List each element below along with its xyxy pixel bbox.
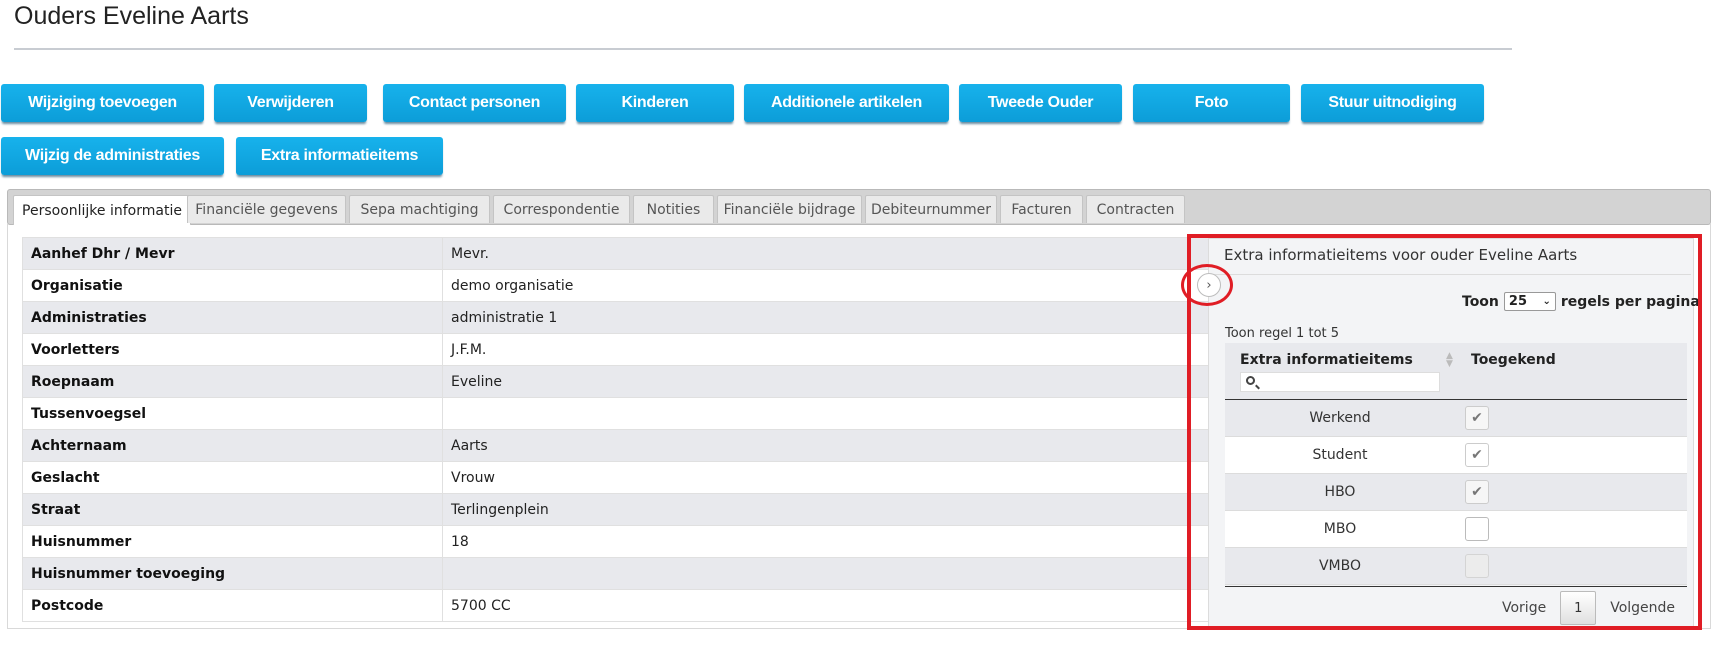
- field-value: demo organisatie: [442, 269, 1212, 302]
- field-label: Huisnummer toevoeging: [22, 557, 443, 590]
- add-change-button[interactable]: Wijziging toevoegen: [1, 84, 204, 122]
- field-label: Roepnaam: [22, 365, 443, 398]
- field-value: Terlingenplein: [442, 493, 1212, 526]
- field-label: Straat: [22, 493, 443, 526]
- field-value: 5700 CC: [442, 589, 1212, 622]
- field-label: Organisatie: [22, 269, 443, 302]
- field-label: Aanhef Dhr / Mevr: [22, 237, 443, 270]
- tab-notes[interactable]: Notities: [633, 195, 714, 223]
- tab-bar: Persoonlijke informatie Financiële gegev…: [7, 189, 1711, 225]
- tab-correspondence[interactable]: Correspondentie: [493, 195, 630, 223]
- table-row: Aanhef Dhr / Mevr Mevr.: [22, 237, 1212, 270]
- table-row: Voorletters J.F.M.: [22, 333, 1212, 366]
- field-value: Eveline: [442, 365, 1212, 398]
- table-row: Achternaam Aarts: [22, 429, 1212, 462]
- send-invitation-button[interactable]: Stuur uitnodiging: [1301, 84, 1484, 122]
- tab-financial-contribution[interactable]: Financiële bijdrage: [717, 195, 862, 223]
- table-row: Geslacht Vrouw: [22, 461, 1212, 494]
- field-value: administratie 1: [442, 301, 1212, 334]
- field-label: Tussenvoegsel: [22, 397, 443, 430]
- personal-info-table: Aanhef Dhr / Mevr Mevr. Organisatie demo o…: [22, 237, 1212, 622]
- tab-financial-data[interactable]: Financiële gegevens: [187, 195, 346, 223]
- page-title: Ouders Eveline Aarts: [14, 2, 249, 30]
- table-row: Postcode 5700 CC: [22, 589, 1212, 622]
- table-row: Roepnaam Eveline: [22, 365, 1212, 398]
- table-row: Huisnummer toevoeging: [22, 557, 1212, 590]
- table-row: Tussenvoegsel: [22, 397, 1212, 430]
- tab-invoices[interactable]: Facturen: [1000, 195, 1083, 223]
- field-value: Aarts: [442, 429, 1212, 462]
- field-label: Administraties: [22, 301, 443, 334]
- table-row: Administraties administratie 1: [22, 301, 1212, 334]
- table-row: Straat Terlingenplein: [22, 493, 1212, 526]
- field-value: J.F.M.: [442, 333, 1212, 366]
- change-administrations-button[interactable]: Wijzig de administraties: [1, 137, 224, 175]
- field-label: Postcode: [22, 589, 443, 622]
- contact-persons-button[interactable]: Contact personen: [383, 84, 566, 122]
- field-value: [442, 397, 1212, 430]
- table-row: Huisnummer 18: [22, 525, 1212, 558]
- additional-articles-button[interactable]: Additionele artikelen: [744, 84, 949, 122]
- photo-button[interactable]: Foto: [1133, 84, 1290, 122]
- highlight-box: [1187, 234, 1702, 630]
- tab-contracts[interactable]: Contracten: [1086, 195, 1185, 223]
- children-button[interactable]: Kinderen: [576, 84, 734, 122]
- field-value: [442, 557, 1212, 590]
- table-row: Organisatie demo organisatie: [22, 269, 1212, 302]
- tab-personal-info[interactable]: Persoonlijke informatie: [13, 195, 191, 225]
- tab-debtor-number[interactable]: Debiteurnummer: [865, 195, 997, 223]
- field-label: Geslacht: [22, 461, 443, 494]
- field-label: Huisnummer: [22, 525, 443, 558]
- field-value: 18: [442, 525, 1212, 558]
- delete-button[interactable]: Verwijderen: [214, 84, 367, 122]
- field-value: Vrouw: [442, 461, 1212, 494]
- title-divider: [14, 48, 1512, 50]
- field-label: Achternaam: [22, 429, 443, 462]
- field-label: Voorletters: [22, 333, 443, 366]
- second-parent-button[interactable]: Tweede Ouder: [959, 84, 1122, 122]
- field-value: Mevr.: [442, 237, 1212, 270]
- tab-sepa-mandate[interactable]: Sepa machtiging: [349, 195, 490, 223]
- extra-info-items-button[interactable]: Extra informatieitems: [236, 137, 443, 175]
